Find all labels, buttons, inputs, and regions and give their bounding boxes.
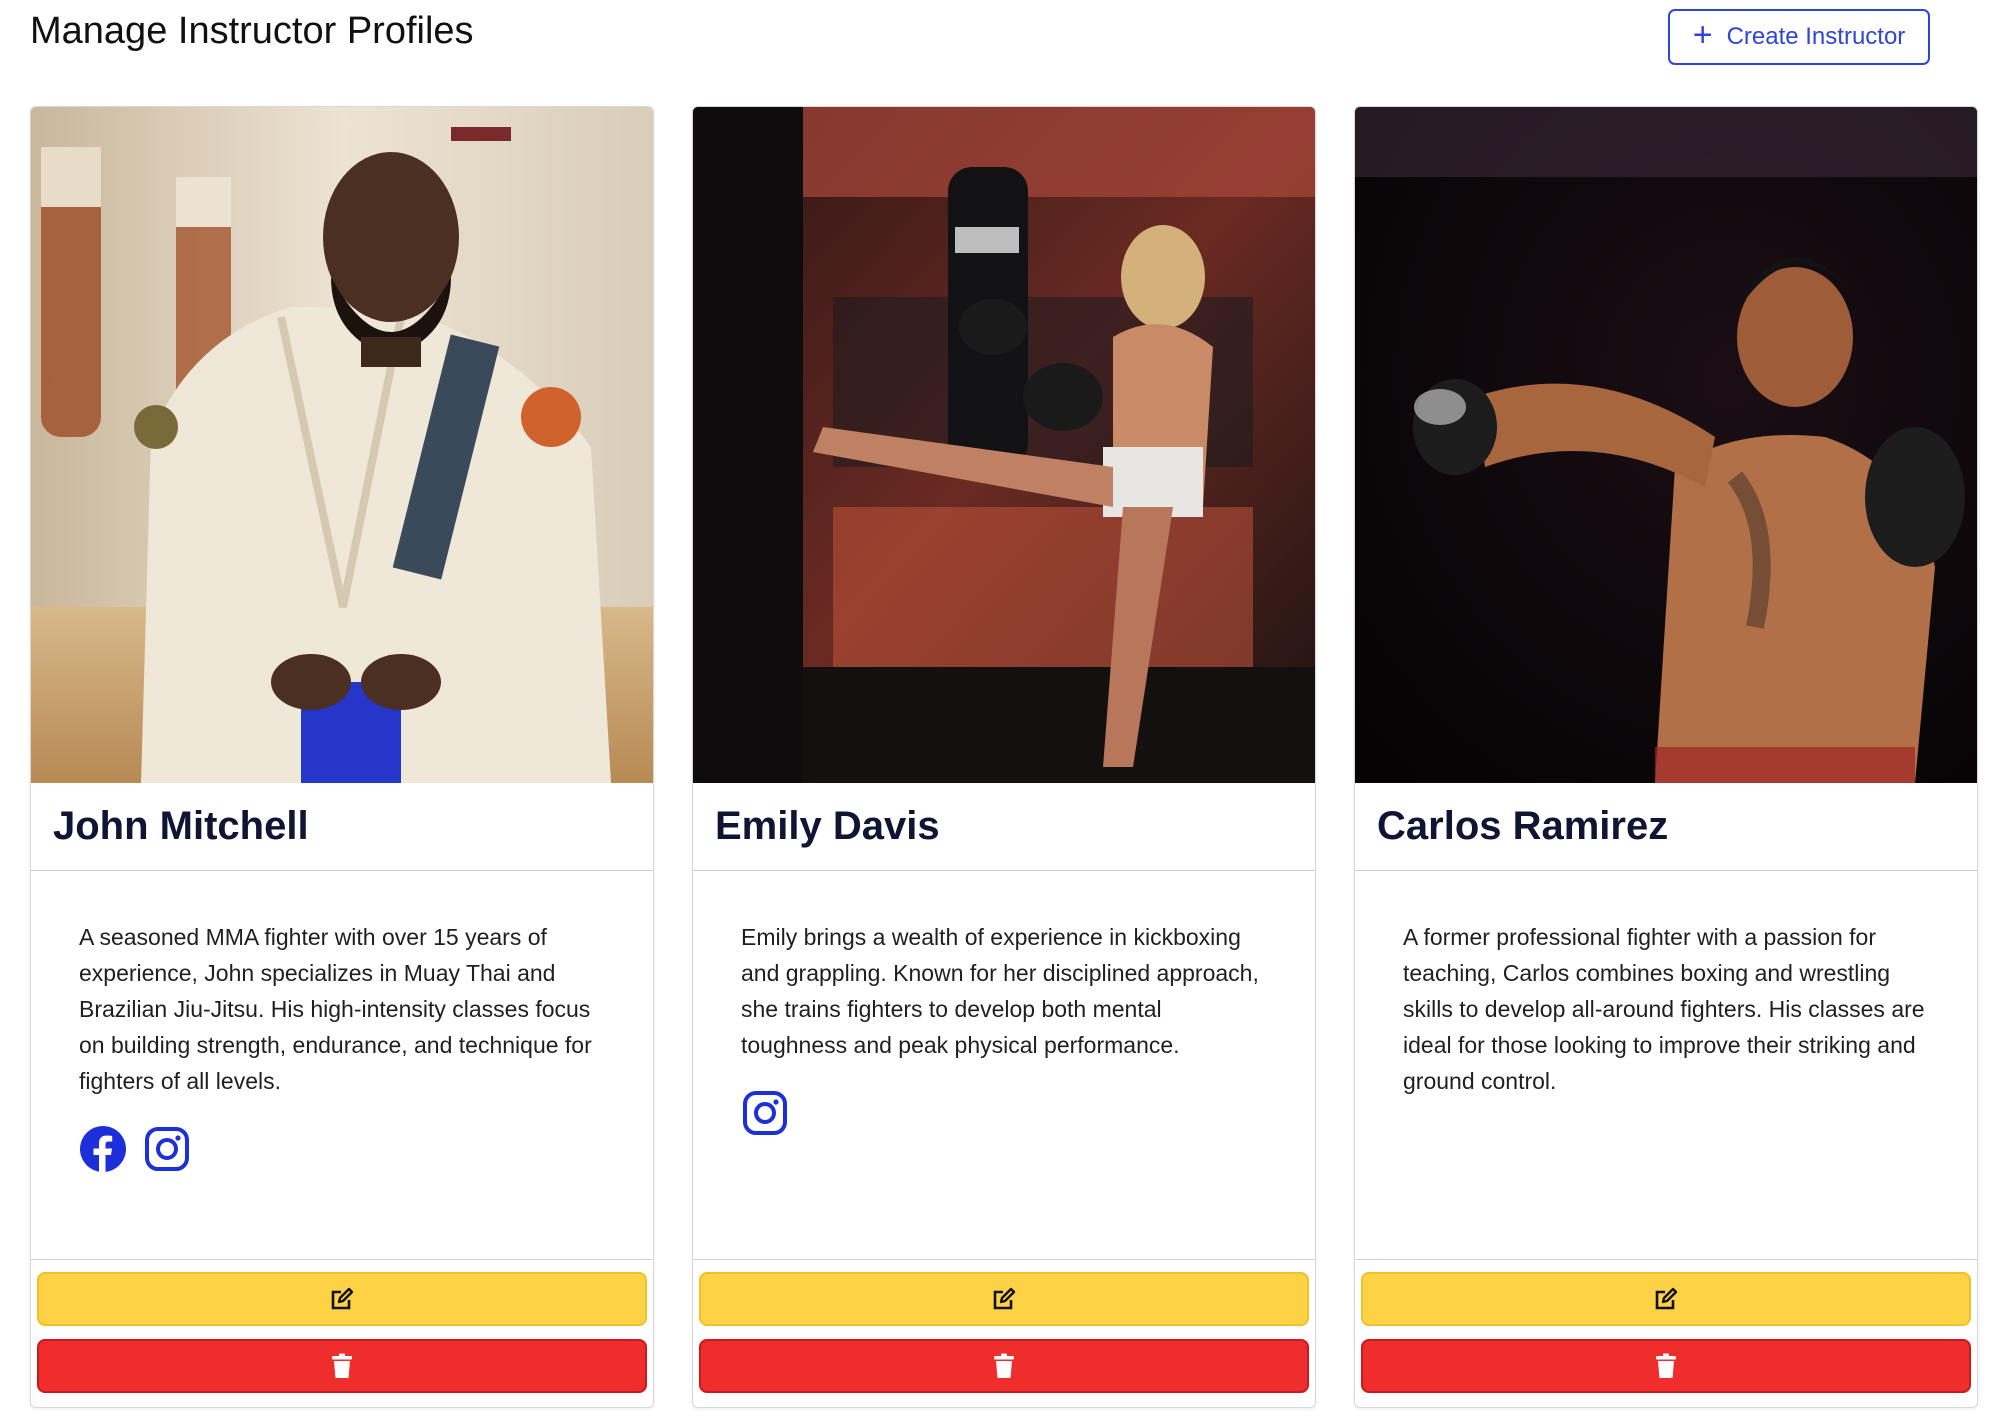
instructor-bio: Emily brings a wealth of experience in k… xyxy=(741,924,1259,1058)
instructor-name-header: John Mitchell xyxy=(31,783,653,871)
trash-icon xyxy=(994,1353,1014,1378)
edit-button[interactable] xyxy=(1361,1272,1971,1326)
plus-icon: + xyxy=(1692,16,1713,54)
instructor-photo xyxy=(31,107,653,783)
instructor-card: Emily Davis Emily brings a wealth of exp… xyxy=(692,106,1316,1408)
instructor-name: John Mitchell xyxy=(53,804,309,848)
create-instructor-button[interactable]: + Create Instructor xyxy=(1668,9,1930,65)
instructor-card: Carlos Ramirez A former professional fig… xyxy=(1354,106,1978,1408)
delete-button[interactable] xyxy=(699,1339,1309,1393)
instructor-body: A seasoned MMA fighter with over 15 year… xyxy=(31,871,653,1259)
create-instructor-label: Create Instructor xyxy=(1726,23,1906,50)
card-actions xyxy=(31,1259,653,1407)
instructor-name: Carlos Ramirez xyxy=(1377,804,1669,848)
instructor-name: Emily Davis xyxy=(715,804,940,848)
card-actions xyxy=(693,1259,1315,1407)
card-actions xyxy=(1355,1259,1977,1407)
instructor-card: John Mitchell A seasoned MMA fighter wit… xyxy=(30,106,654,1408)
instagram-icon[interactable] xyxy=(143,1125,191,1173)
edit-icon xyxy=(1655,1287,1678,1310)
instructor-card-grid: John Mitchell A seasoned MMA fighter wit… xyxy=(30,106,1978,1408)
delete-button[interactable] xyxy=(37,1339,647,1393)
social-links xyxy=(79,1125,607,1173)
edit-button[interactable] xyxy=(37,1272,647,1326)
instructor-photo xyxy=(1355,107,1977,783)
edit-icon xyxy=(331,1287,354,1310)
facebook-icon[interactable] xyxy=(79,1125,127,1173)
trash-icon xyxy=(332,1353,352,1378)
instructor-bio: A former professional fighter with a pas… xyxy=(1403,924,1925,1094)
social-links xyxy=(741,1089,1269,1137)
delete-button[interactable] xyxy=(1361,1339,1971,1393)
instructor-name-header: Carlos Ramirez xyxy=(1355,783,1977,871)
trash-icon xyxy=(1656,1353,1676,1378)
edit-button[interactable] xyxy=(699,1272,1309,1326)
instructor-bio: A seasoned MMA fighter with over 15 year… xyxy=(79,924,592,1094)
instructor-management-page: Manage Instructor Profiles + Create Inst… xyxy=(0,0,2008,1424)
instructor-photo xyxy=(693,107,1315,783)
edit-icon xyxy=(993,1287,1016,1310)
instructor-body: Emily brings a wealth of experience in k… xyxy=(693,871,1315,1259)
page-title: Manage Instructor Profiles xyxy=(30,10,474,52)
instructor-name-header: Emily Davis xyxy=(693,783,1315,871)
instagram-icon[interactable] xyxy=(741,1089,789,1137)
instructor-body: A former professional fighter with a pas… xyxy=(1355,871,1977,1259)
